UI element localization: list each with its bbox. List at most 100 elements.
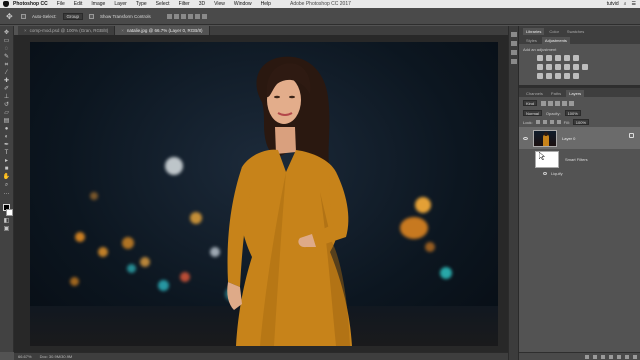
delete-layer-icon[interactable] <box>633 354 637 359</box>
lasso-tool-icon[interactable]: ◌ <box>3 46 11 52</box>
layer-thumbnail[interactable] <box>533 129 557 147</box>
menu-filter[interactable]: Filter <box>179 1 190 7</box>
adjustment-filter-icon[interactable] <box>548 100 554 106</box>
align-bottom-icon[interactable] <box>180 13 186 19</box>
levels-icon[interactable] <box>546 55 552 61</box>
posterize-icon[interactable] <box>546 73 552 79</box>
filter-name[interactable]: Liquify <box>551 171 563 176</box>
apple-icon[interactable] <box>3 1 9 7</box>
user-name[interactable]: tutvid <box>607 1 619 7</box>
visibility-eye-icon[interactable] <box>523 136 528 140</box>
move-tool-icon[interactable]: ✥ <box>6 12 15 21</box>
tab-swatches[interactable]: Swatches <box>564 28 587 35</box>
menu-help[interactable]: Help <box>261 1 271 7</box>
shape-tool-icon[interactable]: ■ <box>3 166 11 172</box>
menu-edit[interactable]: Edit <box>74 1 83 7</box>
filter-row-liquify[interactable]: Liquify <box>519 169 640 177</box>
menu-window[interactable]: Window <box>234 1 252 7</box>
zoom-tool-icon[interactable]: ⌕ <box>3 182 11 188</box>
menu-layer[interactable]: Layer <box>114 1 127 7</box>
brightness-contrast-icon[interactable] <box>537 55 543 61</box>
quick-select-tool-icon[interactable]: ✎ <box>3 54 11 60</box>
blend-mode-dropdown[interactable]: Normal <box>523 110 542 116</box>
new-group-icon[interactable] <box>617 354 621 359</box>
doc-tab-natalie[interactable]: × natalie.jpg @ 66.7% (Layer 0, RGB/8) <box>115 26 210 35</box>
vibrance-icon[interactable] <box>573 55 579 61</box>
lock-all-icon[interactable] <box>556 120 561 124</box>
brush-tool-icon[interactable]: ✐ <box>3 86 11 92</box>
marquee-tool-icon[interactable]: ▭ <box>3 38 11 44</box>
filter-visibility-icon[interactable] <box>543 171 547 175</box>
transform-controls-checkbox[interactable] <box>89 13 95 19</box>
layer-style-icon[interactable] <box>593 354 597 359</box>
gradient-tool-icon[interactable]: ▤ <box>3 118 11 124</box>
clone-stamp-tool-icon[interactable]: ⊥ <box>3 94 11 100</box>
character-panel-icon[interactable] <box>510 50 517 55</box>
history-panel-icon[interactable] <box>510 32 517 37</box>
new-layer-icon[interactable] <box>625 354 629 359</box>
path-select-tool-icon[interactable]: ▸ <box>3 158 11 164</box>
dodge-tool-icon[interactable]: ◐ <box>3 134 11 140</box>
layer-name[interactable]: Layer 0 <box>562 136 575 141</box>
menu-image[interactable]: Image <box>91 1 105 7</box>
screen-mode-icon[interactable]: ▣ <box>3 226 11 232</box>
type-filter-icon[interactable] <box>555 100 561 106</box>
photo-filter-icon[interactable] <box>564 64 570 70</box>
threshold-icon[interactable] <box>555 73 561 79</box>
curves-icon[interactable] <box>555 55 561 61</box>
menu-type[interactable]: Type <box>136 1 147 7</box>
new-adjustment-icon[interactable] <box>609 354 613 359</box>
search-icon[interactable]: ⌕ <box>624 1 627 7</box>
zoom-level[interactable]: 66.67% <box>18 354 32 359</box>
color-lookup-icon[interactable] <box>582 64 588 70</box>
more-tools-icon[interactable]: … <box>3 190 11 196</box>
tab-adjustments[interactable]: Adjustments <box>541 37 570 44</box>
tab-paths[interactable]: Paths <box>548 90 564 97</box>
align-middle-icon[interactable] <box>173 13 179 19</box>
doc-size[interactable]: Doc: 30.9M/30.9M <box>40 354 73 359</box>
history-brush-tool-icon[interactable]: ↺ <box>3 102 11 108</box>
gradient-map-icon[interactable] <box>564 73 570 79</box>
black-white-icon[interactable] <box>555 64 561 70</box>
eyedropper-tool-icon[interactable]: ⁄ <box>3 70 11 76</box>
canvas-area[interactable] <box>14 35 508 352</box>
align-top-icon[interactable] <box>166 13 172 19</box>
layer-row[interactable]: Layer 0 <box>519 127 640 149</box>
menu-app[interactable]: Photoshop CC <box>13 1 48 7</box>
tab-channels[interactable]: Channels <box>523 90 546 97</box>
fill-field[interactable]: 100% <box>572 119 590 125</box>
tab-styles[interactable]: Styles <box>523 37 540 44</box>
invert-icon[interactable] <box>537 73 543 79</box>
filter-kind-dropdown[interactable]: Kind <box>523 100 538 106</box>
healing-tool-icon[interactable]: ✚ <box>3 78 11 84</box>
type-tool-icon[interactable]: T <box>3 150 11 156</box>
exposure-icon[interactable] <box>564 55 570 61</box>
add-mask-icon[interactable] <box>601 354 605 359</box>
hand-tool-icon[interactable]: ✋ <box>3 174 11 180</box>
eraser-tool-icon[interactable]: ▱ <box>3 110 11 116</box>
menu-view[interactable]: View <box>214 1 225 7</box>
smart-object-filter-icon[interactable] <box>569 100 575 106</box>
quick-mask-icon[interactable]: ◧ <box>3 218 11 224</box>
align-left-icon[interactable] <box>187 13 193 19</box>
tab-layers[interactable]: Layers <box>566 90 585 97</box>
shape-filter-icon[interactable] <box>562 100 568 106</box>
auto-select-checkbox[interactable] <box>21 13 26 19</box>
menu-3d[interactable]: 3D <box>199 1 205 7</box>
pixel-filter-icon[interactable] <box>541 100 547 106</box>
tab-libraries[interactable]: Libraries <box>523 28 545 35</box>
tab-color[interactable]: Color <box>546 28 562 35</box>
lock-pixels-icon[interactable] <box>542 120 547 124</box>
properties-panel-icon[interactable] <box>510 41 517 46</box>
lock-transparent-icon[interactable] <box>535 120 540 124</box>
menu-list-icon[interactable]: ☰ <box>632 1 636 7</box>
crop-tool-icon[interactable]: ⌗ <box>3 62 11 68</box>
close-icon[interactable]: × <box>121 28 124 33</box>
align-center-icon[interactable] <box>194 13 200 19</box>
document-photo[interactable] <box>30 42 498 346</box>
opacity-field[interactable]: 100% <box>564 110 581 116</box>
hue-saturation-icon[interactable] <box>537 64 543 70</box>
pen-tool-icon[interactable]: ✒ <box>3 142 11 148</box>
link-layers-icon[interactable] <box>585 354 589 359</box>
selective-color-icon[interactable] <box>573 73 579 79</box>
